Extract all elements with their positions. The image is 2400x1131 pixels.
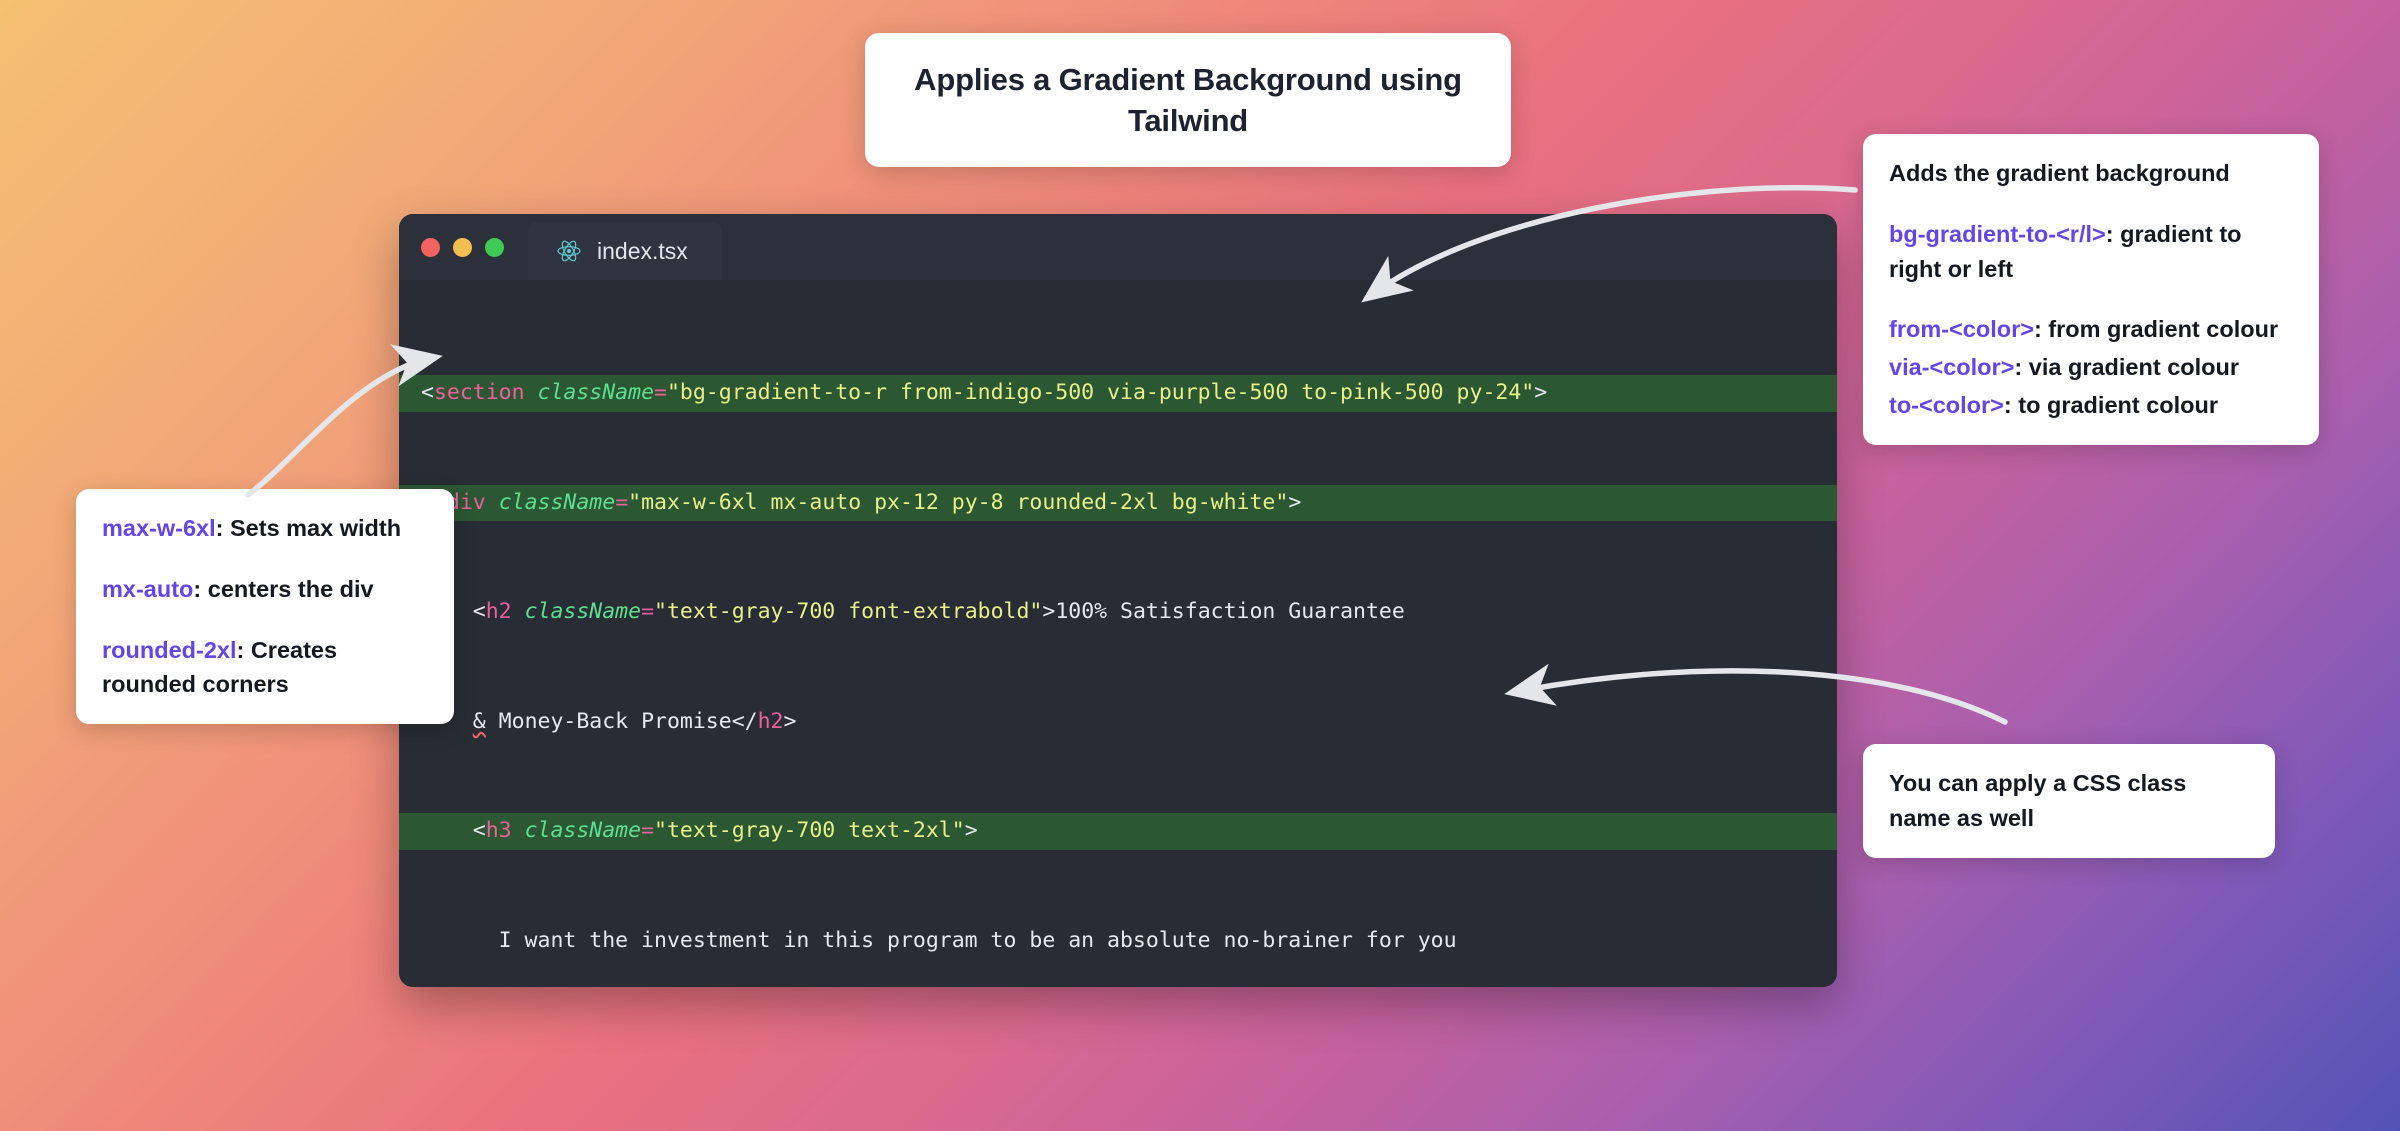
title-banner: Applies a Gradient Background using Tail… xyxy=(865,33,1511,168)
callout-desc: : Sets max width xyxy=(215,515,402,541)
callout-item: via-<color>: via gradient colour xyxy=(1889,350,2293,385)
callout-item: to-<color>: to gradient colour xyxy=(1889,388,2293,423)
tab-index-tsx[interactable]: index.tsx xyxy=(528,222,722,280)
code-block: <section className="bg-gradient-to-r fro… xyxy=(399,302,1837,987)
code-line: I want the investment in this program to… xyxy=(498,927,1457,953)
code-line: & Money-Back Promise</h2> xyxy=(472,708,797,734)
callout-item: from-<color>: from gradient colour xyxy=(1889,312,2293,347)
close-window-icon[interactable] xyxy=(421,237,440,257)
callout-div-classes: max-w-6xl: Sets max width mx-auto: cente… xyxy=(76,489,454,725)
callout-heading: Adds the gradient background xyxy=(1889,160,2230,186)
callout-item: max-w-6xl: Sets max width xyxy=(102,511,428,546)
callout-keyword: max-w-6xl xyxy=(102,515,216,541)
callout-text: You can apply a CSS class name as well xyxy=(1889,770,2187,831)
callout-keyword: to-<color> xyxy=(1889,391,2004,418)
page-title: Applies a Gradient Background using Tail… xyxy=(914,62,1462,139)
tab-label: index.tsx xyxy=(597,237,688,264)
callout-desc: : to gradient colour xyxy=(2003,391,2219,418)
callout-keyword: from-<color> xyxy=(1889,316,2034,343)
callout-item: bg-gradient-to-<r/l>: gradient to right … xyxy=(1889,217,2293,287)
code-editor-window: index.tsx <section className="bg-gradien… xyxy=(399,214,1837,987)
callout-item: mx-auto: centers the div xyxy=(102,572,428,607)
callout-desc: : centers the div xyxy=(193,575,374,602)
code-line: <h3 className="text-gray-700 text-2xl"> xyxy=(399,813,1837,850)
traffic-light-buttons[interactable] xyxy=(399,214,528,280)
callout-item: rounded-2xl: Creates rounded corners xyxy=(102,633,428,703)
code-line: <section className="bg-gradient-to-r fro… xyxy=(399,375,1837,412)
minimize-window-icon[interactable] xyxy=(453,237,472,257)
callout-css-class: You can apply a CSS class name as well xyxy=(1863,744,2275,858)
callout-desc: : from gradient colour xyxy=(2033,316,2279,343)
window-titlebar: index.tsx xyxy=(399,214,1837,280)
callout-keyword: mx-auto xyxy=(102,575,194,602)
code-line: <h2 className="text-gray-700 font-extrab… xyxy=(472,599,1405,624)
code-line: <div className="max-w-6xl mx-auto px-12 … xyxy=(399,484,1837,521)
callout-keyword: via-<color> xyxy=(1889,354,2015,381)
code-area[interactable]: <section className="bg-gradient-to-r fro… xyxy=(399,280,1837,987)
callout-desc: : via gradient colour xyxy=(2014,354,2239,381)
callout-keyword: rounded-2xl xyxy=(102,636,237,663)
react-icon xyxy=(556,238,582,264)
callout-gradient-background: Adds the gradient background bg-gradient… xyxy=(1863,134,2319,445)
callout-keyword: bg-gradient-to-<r/l> xyxy=(1889,220,2106,247)
maximize-window-icon[interactable] xyxy=(485,237,504,257)
